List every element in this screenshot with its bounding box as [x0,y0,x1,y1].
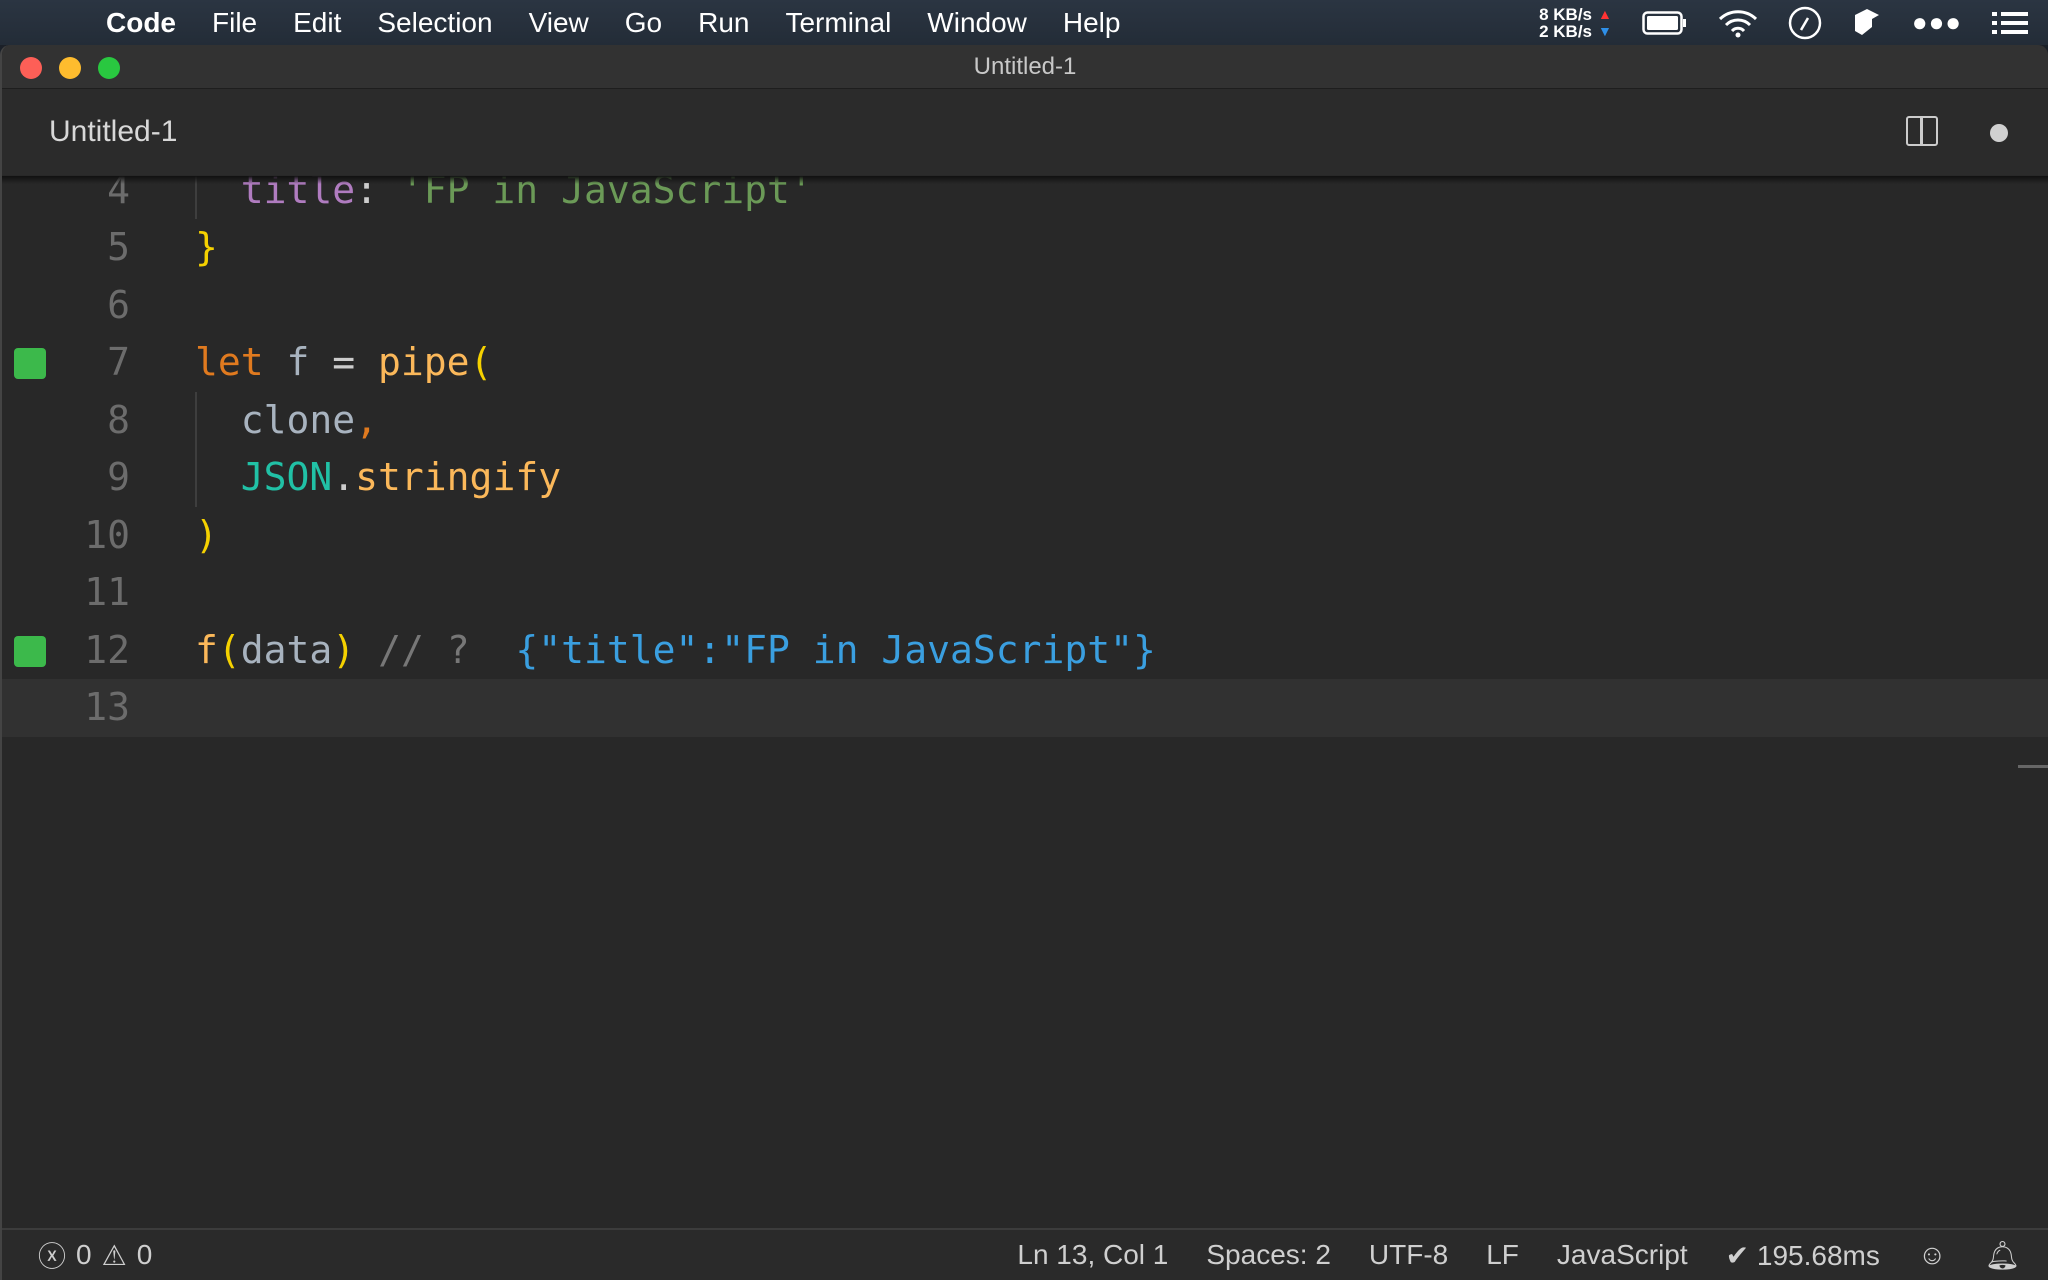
menu-go[interactable]: Go [625,7,662,39]
unsaved-dot-icon[interactable] [1990,124,2008,142]
token: f [195,627,218,672]
menu-selection[interactable]: Selection [377,7,492,39]
tab-bar: Untitled-1 [2,89,2048,175]
token: JSON [195,455,333,499]
error-icon: ⓧ [38,1241,67,1272]
token: stringify [355,455,562,499]
token: ) [195,512,218,557]
download-arrow-icon: ▼ [1598,22,1612,39]
cube-icon[interactable] [1852,7,1882,39]
token: pipe [378,340,470,384]
code-line[interactable]: 8 clone, [2,391,2048,450]
code-text: let f = pipe( [195,334,492,392]
token: ( [217,627,241,672]
code-text: f(data) // ? {"title":"FP in JavaScript"… [195,622,1156,680]
code-text: clone, [195,392,378,450]
error-count: 0 [76,1239,92,1270]
line-number: 10 [84,512,130,557]
line-ending[interactable]: LF [1486,1239,1519,1271]
encoding[interactable]: UTF-8 [1369,1239,1448,1271]
menu-edit[interactable]: Edit [293,7,341,39]
editor-window: Untitled-1 Untitled-1 3const data = {4 t… [0,45,2048,1280]
menu-window[interactable]: Window [927,7,1027,39]
code-line[interactable]: 9 JSON.stringify [2,449,2048,507]
menu-help[interactable]: Help [1063,7,1121,39]
speedometer-icon[interactable] [1788,6,1822,40]
code-text: ) [195,507,218,565]
code-line[interactable]: 4 title: 'FP in JavaScript' [2,176,2048,219]
cursor-position[interactable]: Ln 13, Col 1 [1017,1239,1168,1271]
token: title [195,176,356,212]
code-text: title: 'FP in JavaScript' [195,176,813,219]
list-icon[interactable] [1992,11,2028,35]
network-monitor[interactable]: 8 KB/s 2 KB/s ▲ ▼ [1539,6,1612,40]
bell-icon[interactable]: 🔔︎ [1984,1239,2020,1272]
close-button[interactable] [20,57,42,79]
language-mode[interactable]: JavaScript [1557,1239,1688,1271]
menu-file[interactable]: File [212,7,257,39]
split-editor-icon[interactable] [1906,116,1938,146]
code-text: } [195,219,218,277]
window-title: Untitled-1 [973,52,1077,80]
token: , [355,397,379,442]
token: clone [195,397,356,442]
line-number: 8 [107,397,130,442]
token: 'FP in JavaScript' [400,176,813,212]
token: {"title":"FP in JavaScript"} [515,627,1156,672]
problems-indicator[interactable]: ⓧ 0 ⚠ 0 [38,1235,152,1275]
line-number: 12 [84,627,130,672]
upload-arrow-icon: ▲ [1598,5,1612,22]
token: ( [469,340,493,384]
code-line[interactable]: 10) [2,507,2048,565]
menu-view[interactable]: View [529,7,589,39]
scrollbar-indicator[interactable] [2018,765,2048,768]
line-number: 5 [107,225,130,269]
line-number: 4 [107,176,130,212]
warning-count: 0 [136,1239,153,1270]
token: f [286,340,310,384]
title-bar: Untitled-1 [2,45,2048,89]
line-number: 7 [107,340,130,384]
menu-bar: Code File Edit Selection View Go Run Ter… [0,0,2048,45]
code-editor[interactable]: 3const data = {4 title: 'FP in JavaScrip… [2,176,2048,1228]
token: // ? [355,627,516,672]
line-number: 6 [107,282,130,327]
token: ) [332,627,356,672]
line-number: 9 [107,455,130,499]
code-line[interactable]: 7 let f = pipe( [2,334,2048,392]
line-number: 11 [84,570,130,614]
status-bar: ⓧ 0 ⚠ 0 Ln 13, Col 1 Spaces: 2 UTF-8 LF Ja… [2,1228,2048,1280]
feedback-icon[interactable]: ☺ [1918,1239,1947,1271]
code-line[interactable]: 11 [2,564,2048,622]
tab-untitled-1[interactable]: Untitled-1 [49,115,177,149]
token: : [355,176,401,212]
token: let [195,340,287,384]
menu-terminal[interactable]: Terminal [785,7,891,39]
apple-icon[interactable] [40,6,70,40]
token: data [240,627,333,672]
net-down: 2 KB/s [1539,21,1593,41]
battery-icon[interactable] [1642,10,1688,35]
status-tray: 8 KB/s 2 KB/s ▲ ▼ ●●● [1539,0,2028,45]
net-up: 8 KB/s [1539,4,1593,24]
indentation[interactable]: Spaces: 2 [1206,1239,1331,1271]
code-line[interactable]: 5} [2,219,2048,277]
line-number: 13 [84,685,130,729]
more-icon[interactable]: ●●● [1912,7,1962,38]
menu-app[interactable]: Code [106,7,176,39]
code-text: JSON.stringify [195,449,561,507]
token: . [332,455,356,499]
menu-run[interactable]: Run [698,7,749,39]
minimize-button[interactable] [59,57,81,79]
zoom-button[interactable] [98,57,120,79]
token: } [195,225,218,269]
code-line[interactable]: 6 [2,277,2048,335]
code-line[interactable]: 13 [2,679,2048,737]
token: = [309,340,379,384]
quokka-timing[interactable]: ✔ 195.68ms [1726,1239,1880,1272]
wifi-icon[interactable] [1718,8,1758,38]
code-line[interactable]: 12 f(data) // ? {"title":"FP in JavaScrip… [2,622,2048,680]
warning-icon: ⚠ [101,1239,127,1271]
